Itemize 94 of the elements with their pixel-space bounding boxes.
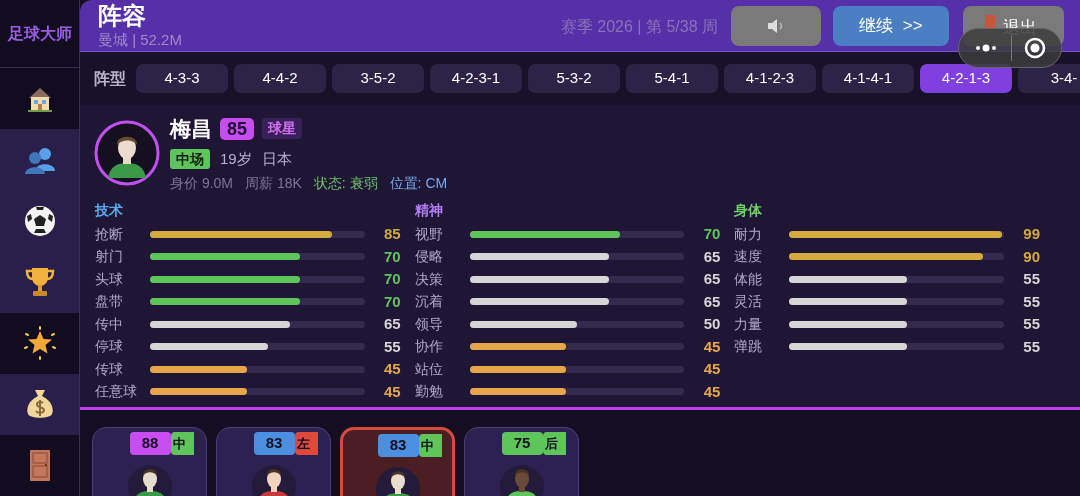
- stat-value: 70: [382, 246, 401, 267]
- stat-label: 弹跳: [734, 337, 764, 357]
- section-heading: 身体: [734, 201, 764, 220]
- close-icon[interactable]: [1024, 37, 1046, 59]
- player-card[interactable]: 83 左: [216, 427, 331, 496]
- stat-value: 65: [702, 246, 721, 267]
- player-card[interactable]: 83 中: [340, 427, 455, 496]
- stat-value: 65: [702, 291, 721, 312]
- player-card[interactable]: 75 后: [464, 427, 579, 496]
- stat-label: 力量: [734, 314, 764, 334]
- rating-badge: 75: [501, 432, 543, 455]
- stat-label: 决策: [414, 269, 444, 289]
- section-heading: 精神: [414, 201, 444, 220]
- stat-label: 灵活: [734, 292, 764, 312]
- more-icon[interactable]: [975, 44, 997, 52]
- position-badge: 后: [542, 432, 566, 455]
- stat-value: 70: [702, 224, 721, 244]
- stat-value: 70: [382, 269, 401, 289]
- player-age: 19岁: [220, 148, 252, 169]
- stat-value: 85: [382, 224, 401, 244]
- formation-tab[interactable]: 4-3-3: [136, 64, 228, 93]
- stat-value: 70: [382, 291, 401, 312]
- formation-tab[interactable]: 5-4-1: [626, 64, 718, 93]
- rating-badge: 85: [220, 117, 255, 140]
- stat-value: 99: [1022, 224, 1040, 244]
- stat-value: 55: [1022, 314, 1040, 334]
- position-badge: 中场: [170, 148, 210, 169]
- sound-button[interactable]: [731, 6, 821, 46]
- stat-value: 65: [382, 314, 401, 334]
- stat-value: 45: [382, 381, 401, 402]
- door-icon: [985, 15, 995, 29]
- stat-value: 65: [702, 269, 721, 289]
- section-heading: 技术: [95, 201, 124, 220]
- formation-tab[interactable]: 5-3-2: [528, 64, 620, 93]
- season-text: 赛季 2026 | 第 5/38 周: [560, 17, 718, 37]
- stat-label: 耐力: [734, 224, 764, 244]
- player-name: 梅昌: [170, 116, 212, 142]
- stat-label: 传球: [95, 359, 124, 379]
- sidebar-item[interactable]: [0, 68, 79, 130]
- soccer-ball-icon: [22, 203, 57, 238]
- stat-label: 侵略: [414, 247, 444, 267]
- player-role: 位置: CM: [389, 174, 448, 193]
- stat-value: 55: [1022, 291, 1040, 312]
- star-burst-icon: [21, 326, 58, 361]
- stat-label: 视野: [414, 224, 444, 244]
- sidebar-item[interactable]: [0, 312, 79, 374]
- stat-label: 站位: [414, 359, 444, 379]
- stat-value: 55: [382, 336, 401, 357]
- stat-label: 停球: [95, 337, 124, 357]
- stat-label: 沉着: [414, 292, 444, 312]
- formation-tab[interactable]: 4-4-2: [234, 64, 326, 93]
- club-subtitle: 曼城 | 52.2M: [98, 31, 182, 49]
- position-badge: 中: [418, 434, 442, 457]
- position-badge: 中: [170, 432, 194, 455]
- formation-tab[interactable]: 4-1-2-3: [724, 64, 816, 93]
- stat-label: 盘带: [95, 292, 124, 312]
- weekly-wage: 周薪 18K: [245, 174, 302, 193]
- player-nation: 日本: [261, 148, 292, 169]
- stat-value: 45: [382, 359, 401, 379]
- stat-label: 抢断: [95, 224, 124, 244]
- stat-value: 55: [1022, 336, 1040, 357]
- player-card[interactable]: 88 中: [92, 427, 207, 496]
- condition-status: 状态: 衰弱: [313, 174, 378, 193]
- stat-label: 任意球: [95, 382, 138, 402]
- stat-value: 45: [702, 359, 721, 379]
- formation-tab[interactable]: 4-1-4-1: [822, 64, 914, 93]
- stat-label: 勤勉: [414, 382, 444, 402]
- continue-button[interactable]: 继续 >>: [833, 6, 949, 46]
- rating-badge: 83: [377, 434, 419, 457]
- formation-label: 阵型: [94, 68, 126, 89]
- speaker-icon: [767, 18, 785, 34]
- position-badge: 左: [294, 432, 318, 455]
- rating-badge: 83: [253, 432, 295, 455]
- formation-tab[interactable]: 4-2-1-3: [920, 64, 1012, 93]
- app-logo-text: 足球大师: [7, 23, 72, 44]
- stat-label: 头球: [95, 269, 124, 289]
- stat-label: 领导: [414, 314, 444, 334]
- stat-label: 体能: [734, 269, 764, 289]
- formation-tab[interactable]: 3-5-2: [332, 64, 424, 93]
- stat-value: 55: [1022, 269, 1040, 289]
- page-title: 阵容: [98, 1, 147, 31]
- formation-tab[interactable]: 4-2-3-1: [430, 64, 522, 93]
- formation-tab[interactable]: 3-4-: [1018, 64, 1080, 93]
- stat-value: 90: [1022, 246, 1040, 267]
- stat-value: 50: [702, 314, 721, 334]
- stat-label: 传中: [95, 314, 124, 334]
- market-value: 身价 9.0M: [170, 174, 233, 193]
- stat-value: 45: [702, 336, 721, 357]
- stat-value: 45: [702, 381, 721, 402]
- star-tag: 球星: [262, 118, 303, 140]
- stat-label: 速度: [734, 247, 764, 267]
- stat-label: 射门: [95, 247, 124, 267]
- rating-badge: 88: [129, 432, 171, 455]
- stat-label: 协作: [414, 337, 444, 357]
